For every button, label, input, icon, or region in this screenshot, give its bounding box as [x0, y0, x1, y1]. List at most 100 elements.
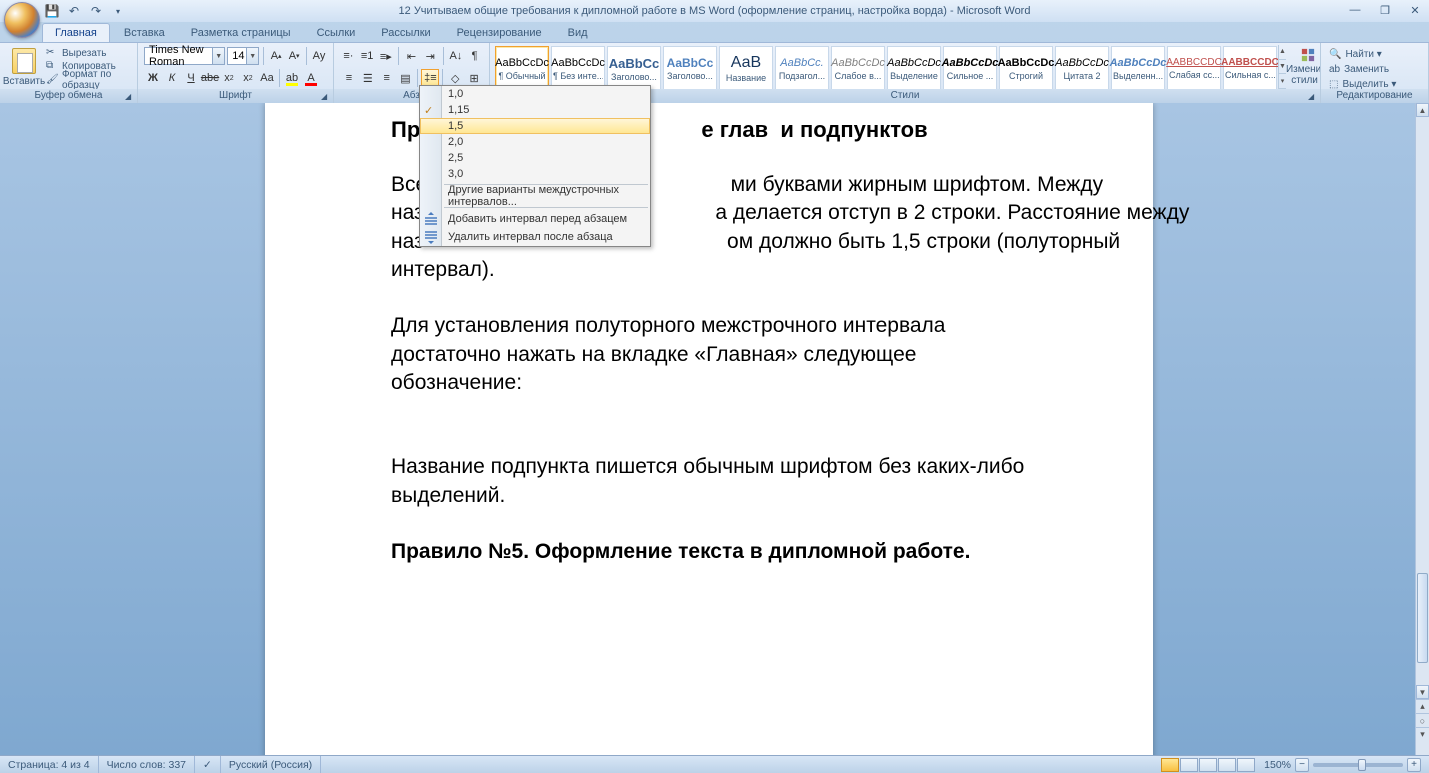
remove-space-after[interactable]: Удалить интервал после абзаца	[420, 228, 650, 246]
scroll-thumb[interactable]	[1417, 573, 1428, 663]
view-draft[interactable]	[1237, 758, 1255, 772]
show-marks-button[interactable]: ¶	[466, 47, 483, 65]
view-print-layout[interactable]	[1161, 758, 1179, 772]
subscript-button[interactable]: x2	[220, 69, 238, 87]
scroll-up-button[interactable]: ▲	[1416, 103, 1429, 117]
style-item-12[interactable]: AABBCCDCСлабая сс...	[1167, 46, 1221, 92]
zoom-slider[interactable]	[1313, 763, 1403, 767]
next-page-button[interactable]: ▾	[1416, 727, 1429, 741]
strikethrough-button[interactable]: abe	[201, 69, 219, 87]
browse-object-button[interactable]: ○	[1416, 713, 1429, 727]
view-full-screen[interactable]	[1180, 758, 1198, 772]
font-launcher[interactable]: ◢	[321, 92, 331, 102]
paragraph-3: Название подпункта пишется обычным шрифт…	[391, 453, 1027, 510]
font-color-button[interactable]: A	[302, 69, 320, 87]
style-item-3[interactable]: AaBbCcЗаголово...	[663, 46, 717, 92]
undo-icon[interactable]: ↶	[66, 3, 82, 19]
style-item-7[interactable]: AaBbCcDcВыделение	[887, 46, 941, 92]
line-spacing-option-3-0[interactable]: 3,0	[420, 166, 650, 182]
highlight-button[interactable]: ab	[283, 69, 301, 87]
maximize-button[interactable]: ❐	[1375, 2, 1395, 18]
style-scroll-up[interactable]: ▲	[1279, 45, 1286, 60]
brush-icon: 🖌	[46, 74, 58, 86]
align-left-button[interactable]: ≡	[340, 69, 358, 87]
status-proofing[interactable]: ✓	[195, 756, 221, 773]
clear-formatting-button[interactable]: Aу	[311, 47, 327, 65]
add-space-before[interactable]: Добавить интервал перед абзацем	[420, 210, 650, 228]
qat-more-icon[interactable]: ▾	[110, 3, 126, 19]
tab-view[interactable]: Вид	[556, 24, 600, 42]
shrink-font-button[interactable]: A▾	[286, 47, 302, 65]
decrease-indent-button[interactable]: ⇤	[403, 47, 420, 65]
justify-button[interactable]: ▤	[397, 69, 415, 87]
view-web-layout[interactable]	[1199, 758, 1217, 772]
multilevel-button[interactable]: ≡▸	[377, 47, 394, 65]
style-item-4[interactable]: АаВНазвание	[719, 46, 773, 92]
tab-insert[interactable]: Вставка	[112, 24, 177, 42]
align-right-button[interactable]: ≡	[378, 69, 396, 87]
bullets-button[interactable]: ≡·	[340, 47, 357, 65]
zoom-in-button[interactable]: +	[1407, 758, 1421, 772]
group-editing: 🔍Найти ▾ abЗаменить ⬚Выделить ▾ Редактир…	[1321, 43, 1429, 103]
format-painter-button[interactable]: 🖌Формат по образцу	[46, 73, 131, 87]
align-center-button[interactable]: ☰	[359, 69, 377, 87]
close-button[interactable]: ✕	[1405, 2, 1425, 18]
line-spacing-option-1-0[interactable]: 1,0	[420, 86, 650, 102]
line-spacing-option-2-0[interactable]: 2,0	[420, 134, 650, 150]
scroll-down-button[interactable]: ▼	[1416, 685, 1429, 699]
style-item-11[interactable]: AaBbCcDcВыделенн...	[1111, 46, 1165, 92]
style-scroll-down[interactable]: ▼	[1279, 60, 1286, 75]
redo-icon[interactable]: ↷	[88, 3, 104, 19]
increase-indent-button[interactable]: ⇥	[422, 47, 439, 65]
cut-button[interactable]: ✂Вырезать	[46, 47, 131, 59]
tab-references[interactable]: Ссылки	[305, 24, 368, 42]
find-button[interactable]: 🔍Найти ▾	[1327, 47, 1422, 62]
italic-button[interactable]: К	[163, 69, 181, 87]
tab-home[interactable]: Главная	[42, 23, 110, 42]
tab-pagelayout[interactable]: Разметка страницы	[179, 24, 303, 42]
group-font-label: Шрифт	[138, 89, 333, 103]
change-case-button[interactable]: Aa	[258, 69, 276, 87]
styles-launcher[interactable]: ◢	[1308, 92, 1318, 102]
view-outline[interactable]	[1218, 758, 1236, 772]
tab-mailings[interactable]: Рассылки	[369, 24, 442, 42]
zoom-handle[interactable]	[1358, 759, 1366, 771]
zoom-out-button[interactable]: −	[1295, 758, 1309, 772]
style-item-6[interactable]: AaBbCcDcСлабое в...	[831, 46, 885, 92]
prev-page-button[interactable]: ▴	[1416, 699, 1429, 713]
paste-icon	[12, 48, 36, 74]
style-item-5[interactable]: AaBbCc.Подзагол...	[775, 46, 829, 92]
line-spacing-option-1-5[interactable]: 1,5	[420, 118, 650, 134]
superscript-button[interactable]: x2	[239, 69, 257, 87]
minimize-button[interactable]: —	[1345, 2, 1365, 18]
clipboard-launcher[interactable]: ◢	[125, 92, 135, 102]
bold-button[interactable]: Ж	[144, 69, 162, 87]
sort-button[interactable]: A↓	[448, 47, 465, 65]
status-language[interactable]: Русский (Россия)	[221, 756, 321, 773]
ribbon-tabs: Главная Вставка Разметка страницы Ссылки…	[0, 22, 1429, 42]
zoom-level[interactable]: 150%	[1264, 759, 1291, 771]
replace-button[interactable]: abЗаменить	[1327, 62, 1422, 77]
style-scroll: ▲ ▼ ▾	[1278, 45, 1286, 89]
office-button[interactable]	[4, 2, 40, 38]
font-size-combo[interactable]: 14▼	[227, 47, 259, 65]
status-page[interactable]: Страница: 4 из 4	[0, 756, 99, 773]
change-styles-button[interactable]: Изменить стили ▾	[1286, 45, 1321, 89]
line-spacing-option-2-5[interactable]: 2,5	[420, 150, 650, 166]
font-name-combo[interactable]: Times New Roman▼	[144, 47, 225, 65]
page[interactable]: Пр е глав и подпунктов Все ми буквами жи…	[265, 103, 1153, 755]
numbering-button[interactable]: ≡1	[359, 47, 376, 65]
line-spacing-more[interactable]: Другие варианты междустрочных интервалов…	[420, 187, 650, 205]
underline-button[interactable]: Ч	[182, 69, 200, 87]
status-words[interactable]: Число слов: 337	[99, 756, 195, 773]
style-scroll-more[interactable]: ▾	[1279, 74, 1286, 89]
style-item-8[interactable]: AaBbCcDcСильное ...	[943, 46, 997, 92]
tab-review[interactable]: Рецензирование	[445, 24, 554, 42]
line-spacing-option-1-15[interactable]: ✓1,15	[420, 102, 650, 118]
paste-button[interactable]: Вставить	[4, 45, 44, 89]
style-item-10[interactable]: AaBbCcDcЦитата 2	[1055, 46, 1109, 92]
style-item-9[interactable]: AaBbCcDcСтрогий	[999, 46, 1053, 92]
style-item-13[interactable]: AABBCCDCСильная с...	[1223, 46, 1277, 92]
save-icon[interactable]: 💾	[44, 3, 60, 19]
grow-font-button[interactable]: A▴	[268, 47, 284, 65]
